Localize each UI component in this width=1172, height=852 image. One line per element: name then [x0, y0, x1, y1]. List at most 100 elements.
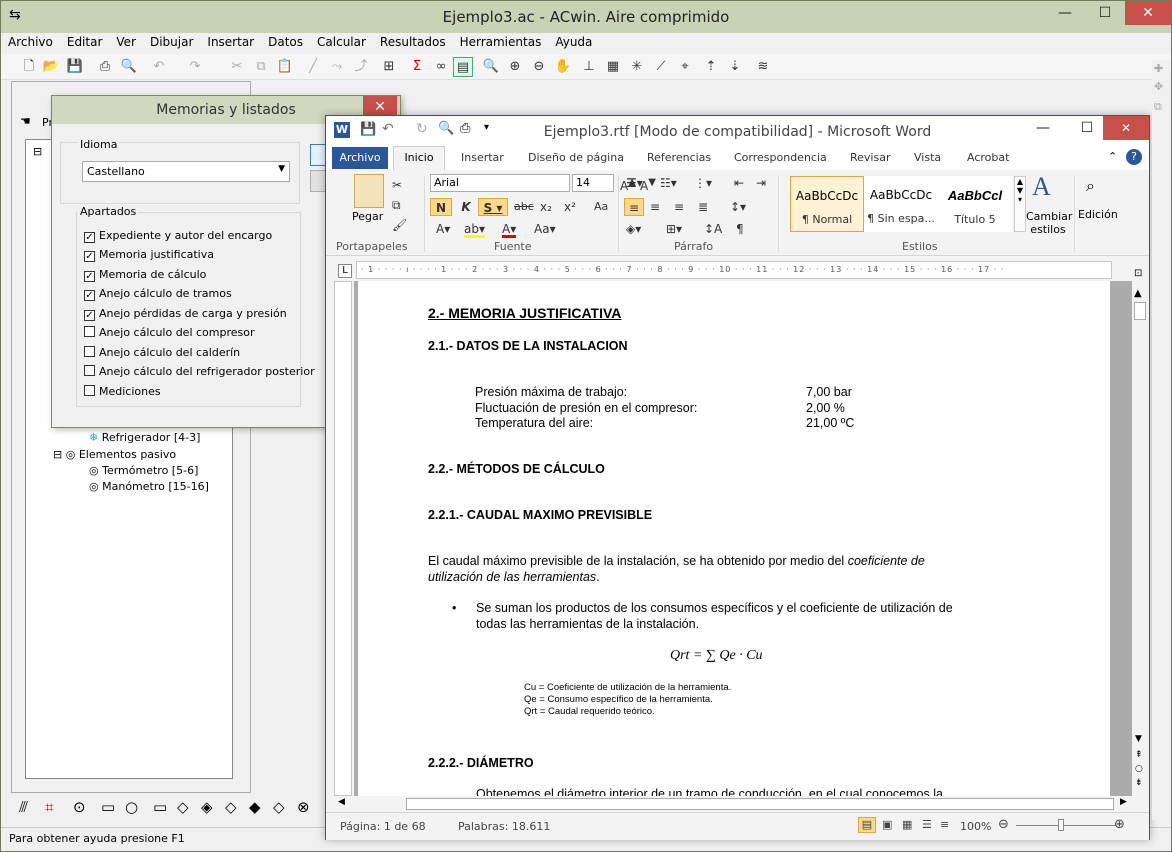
clear-format-icon[interactable]: Aa — [594, 198, 608, 216]
print-preview-icon[interactable]: 🔍 — [119, 57, 139, 77]
branch-icon[interactable]: ⤴ — [351, 57, 371, 77]
edicion-button[interactable]: Edición — [1078, 208, 1118, 221]
menu-resultados[interactable]: Resultados — [373, 33, 453, 49]
minimize-button[interactable]: — — [1051, 1, 1079, 25]
increase-indent-icon[interactable]: ⇥ — [756, 174, 766, 192]
tab-vista[interactable]: Vista — [914, 151, 941, 164]
panel-tab-icon[interactable]: ☚ — [20, 114, 31, 128]
status-words[interactable]: Palabras: 18.611 — [458, 820, 550, 833]
italic-button[interactable]: K — [456, 198, 476, 216]
font-name-box[interactable]: Arial — [430, 174, 570, 192]
outline-icon[interactable]: ☰ — [922, 818, 932, 831]
strikethrough-button[interactable]: abc — [514, 198, 534, 216]
cut-icon[interactable]: ✂ — [227, 57, 247, 77]
tab-stop-selector[interactable]: L — [338, 264, 352, 278]
glasses-icon[interactable]: ∞ — [431, 57, 451, 77]
net-tool-icon[interactable]: ⌗ — [45, 798, 53, 816]
pipe-tool-icon[interactable]: ▭ — [101, 798, 115, 816]
tree-item-manometro[interactable]: ◎ Manómetro [15-16] — [89, 480, 209, 493]
menu-dibujar[interactable]: Dibujar — [143, 33, 200, 49]
copy-icon[interactable]: ⧉ — [392, 196, 401, 214]
line-icon[interactable]: ╱ — [303, 57, 323, 77]
checkbox-mediciones[interactable]: Mediciones — [84, 385, 161, 398]
checkbox-box[interactable] — [84, 365, 95, 376]
axis-icon[interactable]: ⊥ — [579, 57, 599, 77]
copy-icon[interactable]: ⧉ — [1154, 100, 1162, 114]
checkbox-box[interactable]: ✓ — [84, 232, 95, 243]
copy-icon[interactable]: ⧉ — [251, 57, 271, 77]
checkbox-anejo-refrigerador[interactable]: Anejo cálculo del refrigerador posterior — [84, 365, 315, 378]
undo-icon[interactable]: ↶ — [149, 57, 169, 77]
checkbox-memoria-justificativa[interactable]: ✓ Memoria justificativa — [84, 248, 214, 262]
horizontal-scrollbar[interactable]: ◀ ▶ — [334, 796, 1132, 812]
redo-icon[interactable]: ↷ — [185, 57, 205, 77]
zoom-in-icon[interactable]: ⊕ — [1114, 817, 1125, 832]
paste-icon[interactable]: 📋 — [275, 57, 295, 77]
add-icon[interactable]: ✚ — [1154, 62, 1163, 75]
menu-calcular[interactable]: Calcular — [310, 33, 373, 49]
horizontal-ruler[interactable]: · 1 · · · · ı · · · · 1 · · · 2 · · · 3 … — [356, 261, 1112, 279]
filter-tool-icon[interactable]: ◆ — [249, 798, 261, 816]
tag-icon[interactable]: ⌖ — [675, 57, 695, 77]
cut-icon[interactable]: ✂ — [392, 176, 402, 194]
checkbox-box[interactable] — [84, 346, 95, 357]
document-page[interactable]: 2.- MEMORIA JUSTIFICATIVA 2.1.- DATOS DE… — [358, 281, 1110, 796]
paste-button[interactable]: Pegar — [352, 210, 383, 223]
sum-icon[interactable]: Σ — [407, 57, 427, 77]
font-color-icon[interactable]: A▾ — [502, 220, 517, 238]
change-styles-icon[interactable]: A — [1032, 172, 1051, 202]
shading-icon[interactable]: ◈▾ — [626, 220, 641, 238]
ruler-toggle-icon[interactable]: ⊡ — [1134, 268, 1142, 279]
draft-icon[interactable]: ≡ — [940, 818, 949, 831]
regulator-tool-icon[interactable]: ◇ — [225, 798, 237, 816]
valve-tool-icon[interactable]: ◇ — [177, 798, 189, 816]
tab-correspondencia[interactable]: Correspondencia — [734, 151, 827, 164]
bold-button[interactable]: N — [430, 198, 452, 216]
scroll-right-icon[interactable]: ▶ — [1120, 797, 1127, 807]
binoculars-icon[interactable]: ⌕ — [1086, 176, 1095, 196]
minimize-button[interactable]: — — [1029, 116, 1057, 140]
scroll-thumb[interactable] — [406, 798, 1114, 810]
show-marks-icon[interactable]: ¶ — [736, 220, 744, 238]
layers-icon[interactable]: ≋ — [753, 57, 773, 77]
tab-revisar[interactable]: Revisar — [850, 151, 890, 164]
subscript-button[interactable]: x₂ — [540, 198, 552, 216]
tab-inicio[interactable]: Inicio — [393, 146, 445, 170]
tree-expander[interactable]: ⊟ — [33, 145, 42, 158]
styles-gallery-scroll[interactable]: ▲ ▼ ▾ — [1014, 176, 1026, 232]
menu-datos[interactable]: Datos — [261, 33, 310, 49]
style-titulo5[interactable]: AaBbCcl Título 5 — [938, 176, 1012, 232]
sort-up-icon[interactable]: ⇡ — [701, 57, 721, 77]
checkbox-anejo-compresor[interactable]: Anejo cálculo del compresor — [84, 326, 255, 339]
checkbox-expediente[interactable]: ✓ Expediente y autor del encargo — [84, 229, 272, 243]
close-button[interactable]: ✕ — [1125, 1, 1171, 25]
full-screen-icon[interactable]: ▣ — [882, 818, 892, 831]
listing-icon[interactable]: ▤ — [453, 57, 473, 77]
checkbox-box[interactable]: ✓ — [84, 251, 95, 262]
checkbox-anejo-calderin[interactable]: Anejo cálculo del calderín — [84, 346, 240, 359]
vertical-ruler[interactable] — [334, 281, 352, 796]
scroll-down-icon[interactable]: ▼ — [1135, 734, 1142, 744]
font-size-box[interactable]: 14 — [572, 174, 614, 192]
help-icon[interactable]: ? — [1126, 149, 1142, 165]
print-icon[interactable]: ⎙ — [95, 57, 115, 77]
next-page-icon[interactable]: ⇟ — [1135, 778, 1143, 788]
checkbox-box[interactable]: ✓ — [84, 271, 95, 282]
checkbox-box[interactable] — [84, 385, 95, 396]
menu-insertar[interactable]: Insertar — [200, 33, 261, 49]
save-icon[interactable]: 💾 — [65, 57, 85, 77]
menu-editar[interactable]: Editar — [60, 33, 110, 49]
highlight-icon[interactable]: ab▾ — [464, 220, 485, 238]
collapse-ribbon-icon[interactable]: ⌃ — [1108, 150, 1117, 163]
justify-button[interactable]: ≣ — [698, 198, 708, 216]
checkbox-anejo-perdidas[interactable]: ✓ Anejo pérdidas de carga y presión — [84, 307, 287, 321]
underline-button[interactable]: S ▾ — [478, 198, 508, 216]
line-spacing-icon[interactable]: ↕▾ — [730, 198, 746, 216]
align-center-button[interactable]: ≡ — [650, 198, 660, 216]
maximize-button[interactable]: ☐ — [1091, 1, 1119, 25]
menu-archivo[interactable]: Archivo — [1, 33, 60, 49]
checkbox-anejo-tramos[interactable]: ✓ Anejo cálculo de tramos — [84, 287, 232, 301]
prev-page-icon[interactable]: ⇞ — [1135, 750, 1143, 760]
zoom-out-icon[interactable]: ⊖ — [529, 57, 549, 77]
borders-icon[interactable]: ⊞▾ — [666, 220, 682, 238]
